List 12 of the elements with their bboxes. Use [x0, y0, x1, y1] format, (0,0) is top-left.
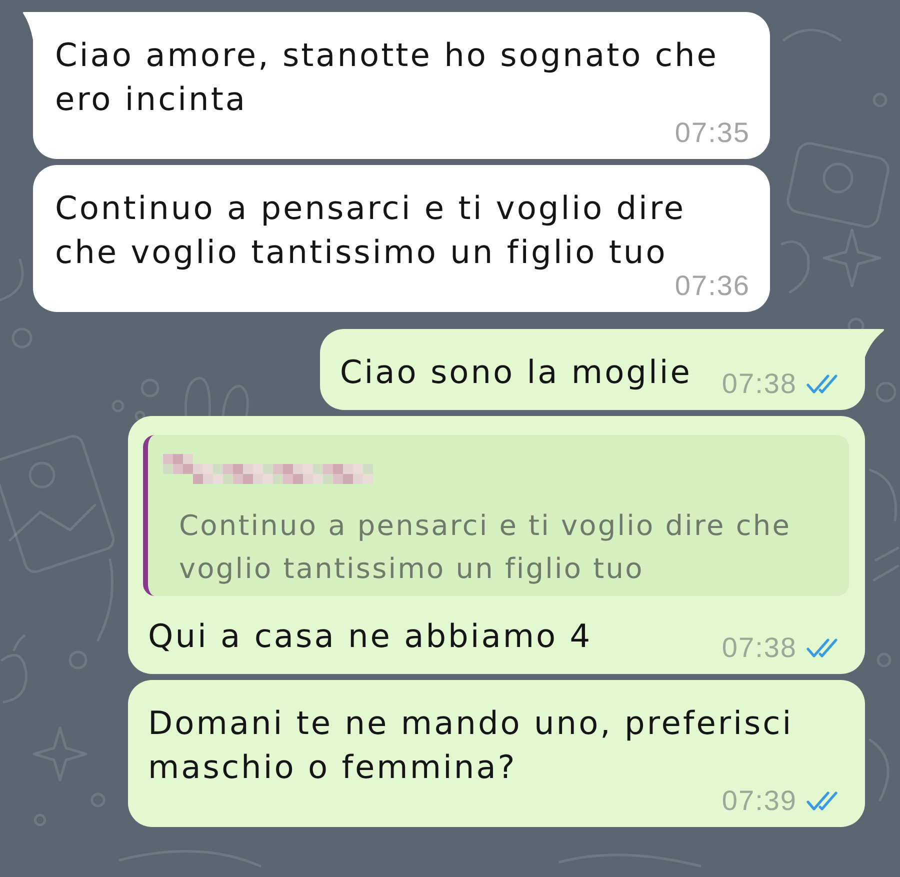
message-text: Continuo a pensarci e ti voglio dire che voglio tantissimo un figlio tuo [55, 188, 687, 273]
message-time: 07:38 [722, 636, 797, 660]
message-text: Domani te ne mando uno, preferisci maschio o femmina? [148, 703, 794, 788]
message-text: Qui a casa ne abbiamo 4 [148, 616, 592, 657]
reply-quote[interactable]: Continuo a pensarci e ti voglio dire che voglio tantissimo un figlio tuo [143, 435, 849, 596]
message-text: Ciao amore, stanotte ho sognato che ero incinta [55, 35, 720, 120]
quote-text: Continuo a pensarci e ti voglio dire che voglio tantissimo un figlio tuo [179, 508, 792, 587]
message-text: Ciao sono la moglie [340, 352, 692, 393]
message-time: 07:38 [722, 372, 797, 396]
message-time: 07:39 [722, 789, 797, 813]
message-time: 07:36 [674, 274, 750, 298]
message-time: 07:35 [674, 121, 750, 145]
